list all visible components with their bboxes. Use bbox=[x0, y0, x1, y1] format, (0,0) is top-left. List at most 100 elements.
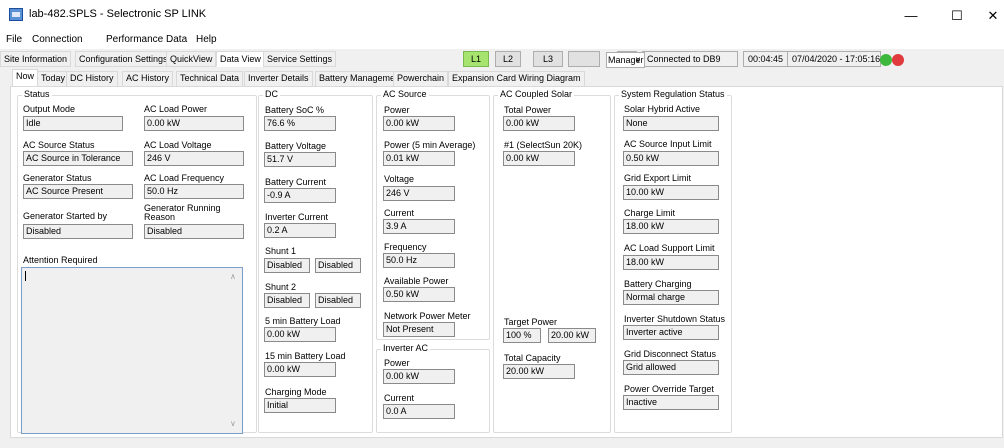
ac-source-frequency-label: Frequency bbox=[384, 242, 427, 252]
phase-blank-button[interactable] bbox=[568, 51, 600, 67]
text-caret bbox=[25, 271, 26, 281]
subtab-now[interactable]: Now bbox=[12, 69, 39, 86]
connected-status-icon bbox=[880, 54, 892, 66]
inverter-ac-power-field: 0.00 kW bbox=[383, 369, 455, 384]
battery-charging-field: Normal charge bbox=[623, 290, 719, 305]
tab-service-settings[interactable]: Service Settings bbox=[263, 51, 337, 67]
total-capacity-label: Total Capacity bbox=[504, 353, 561, 363]
shunt2-field-b: Disabled bbox=[315, 293, 361, 308]
ac-source-group-title: AC Source bbox=[381, 89, 429, 99]
available-power-field: 0.50 kW bbox=[383, 287, 455, 302]
subtab-powerchain[interactable]: Powerchain bbox=[393, 71, 449, 86]
phase-l1-button[interactable]: L1 bbox=[463, 51, 489, 67]
ac-source-voltage-label: Voltage bbox=[384, 174, 415, 184]
battery-load-5min-label: 5 min Battery Load bbox=[265, 316, 341, 326]
attention-required-label: Attention Required bbox=[23, 255, 98, 265]
system-regulation-group-title: System Regulation Status bbox=[619, 89, 727, 99]
close-icon[interactable]: ✕ bbox=[970, 0, 1004, 32]
shunt2-field-a: Disabled bbox=[264, 293, 310, 308]
charge-limit-label: Charge Limit bbox=[624, 208, 676, 218]
available-power-label: Available Power bbox=[384, 276, 449, 286]
battery-load-15min-label: 15 min Battery Load bbox=[265, 351, 346, 361]
charge-limit-field: 18.00 kW bbox=[623, 219, 719, 234]
ac-source-status-field: AC Source in Tolerance bbox=[23, 151, 133, 166]
ac-source-status-label: AC Source Status bbox=[23, 140, 95, 150]
generator-started-by-field: Disabled bbox=[23, 224, 133, 239]
app-window: lab-482.SPLS - Selectronic SP LINK — ☐ ✕… bbox=[0, 0, 1004, 448]
shunt2-label: Shunt 2 bbox=[265, 282, 297, 292]
battery-current-label: Battery Current bbox=[265, 177, 327, 187]
menu-connection[interactable]: Connection bbox=[32, 34, 83, 45]
ac-load-frequency-field: 50.0 Hz bbox=[144, 184, 244, 199]
ac-load-voltage-label: AC Load Voltage bbox=[144, 140, 212, 150]
generator-running-reason-field: Disabled bbox=[144, 224, 244, 239]
charging-mode-field: Initial bbox=[264, 398, 336, 413]
ac-source-input-limit-field: 0.50 kW bbox=[623, 151, 719, 166]
subtab-expansion-card-wiring[interactable]: Expansion Card Wiring Diagram bbox=[448, 71, 585, 86]
tab-site-information[interactable]: Site Information bbox=[0, 51, 72, 67]
ac-load-support-limit-label: AC Load Support Limit bbox=[624, 243, 715, 253]
ac-source-voltage-field: 246 V bbox=[383, 186, 455, 201]
solar-unit1-label: #1 (SelectSun 20K) bbox=[504, 140, 583, 150]
inverter-shutdown-status-field: Inverter active bbox=[623, 325, 719, 340]
dc-group-title: DC bbox=[263, 89, 280, 99]
menu-file[interactable]: File bbox=[6, 34, 22, 45]
solar-hybrid-active-field: None bbox=[623, 116, 719, 131]
menu-help[interactable]: Help bbox=[196, 34, 217, 45]
tab-configuration-settings[interactable]: Configuration Settings bbox=[75, 51, 172, 67]
inverter-current-label: Inverter Current bbox=[265, 212, 329, 222]
subtab-ac-history[interactable]: AC History bbox=[122, 71, 174, 86]
inverter-ac-current-label: Current bbox=[384, 393, 415, 403]
scroll-down-icon[interactable]: ∨ bbox=[230, 419, 236, 428]
inverter-ac-current-field: 0.0 A bbox=[383, 404, 455, 419]
window-title: lab-482.SPLS - Selectronic SP LINK bbox=[29, 8, 207, 20]
target-power-percent-field: 100 % bbox=[503, 328, 541, 343]
title-bar[interactable]: lab-482.SPLS - Selectronic SP LINK — ☐ ✕ bbox=[0, 0, 1004, 32]
status-datetime: 07/04/2020 - 17:05:16 bbox=[787, 51, 881, 67]
ac-source-power-label: Power bbox=[384, 105, 410, 115]
status-group-title: Status bbox=[22, 89, 52, 99]
ac-load-power-label: AC Load Power bbox=[144, 104, 208, 114]
solar-total-power-label: Total Power bbox=[504, 105, 552, 115]
generator-started-by-label: Generator Started by bbox=[23, 211, 108, 221]
menu-bar: File Connection Performance Data Help bbox=[0, 32, 1004, 49]
user-role-select[interactable]: Manager ∨ bbox=[606, 52, 645, 68]
ac-coupled-solar-group-title: AC Coupled Solar bbox=[498, 89, 575, 99]
target-power-label: Target Power bbox=[504, 317, 558, 327]
ac-source-current-field: 3.9 A bbox=[383, 219, 455, 234]
ac-source-current-label: Current bbox=[384, 208, 415, 218]
subtab-today[interactable]: Today bbox=[37, 71, 70, 86]
ac-source-frequency-field: 50.0 Hz bbox=[383, 253, 455, 268]
menu-performance-data[interactable]: Performance Data bbox=[106, 34, 187, 45]
ac-load-frequency-label: AC Load Frequency bbox=[144, 173, 225, 183]
attention-required-textarea[interactable]: ∧ ∨ bbox=[21, 267, 243, 434]
shunt1-field-a: Disabled bbox=[264, 258, 310, 273]
subtab-dc-history[interactable]: DC History bbox=[66, 71, 118, 86]
solar-total-power-field: 0.00 kW bbox=[503, 116, 575, 131]
tab-data-view[interactable]: Data View bbox=[216, 51, 265, 67]
tab-quickview[interactable]: QuickView bbox=[166, 51, 217, 67]
minimize-icon[interactable]: — bbox=[888, 0, 934, 32]
app-icon bbox=[9, 8, 23, 21]
solar-unit1-field: 0.00 kW bbox=[503, 151, 575, 166]
output-mode-field: Idle bbox=[23, 116, 123, 131]
status-elapsed: 00:04:45 bbox=[743, 51, 789, 67]
phase-l2-button[interactable]: L2 bbox=[495, 51, 521, 67]
network-power-meter-field: Not Present bbox=[383, 322, 455, 337]
subtab-technical-data[interactable]: Technical Data bbox=[176, 71, 244, 86]
phase-l3-button[interactable]: L3 bbox=[533, 51, 563, 67]
battery-soc-label: Battery SoC % bbox=[265, 105, 325, 115]
subtab-inverter-details[interactable]: Inverter Details bbox=[244, 71, 313, 86]
solar-hybrid-active-label: Solar Hybrid Active bbox=[624, 104, 701, 114]
scroll-up-icon[interactable]: ∧ bbox=[230, 272, 236, 281]
charging-mode-label: Charging Mode bbox=[265, 387, 327, 397]
battery-voltage-field: 51.7 V bbox=[264, 152, 336, 167]
target-power-kw-field: 20.00 kW bbox=[548, 328, 596, 343]
inverter-ac-power-label: Power bbox=[384, 358, 410, 368]
chevron-down-icon: ∨ bbox=[635, 55, 641, 64]
generator-status-label: Generator Status bbox=[23, 173, 92, 183]
vertical-scrollbar[interactable]: ∧ ∨ bbox=[227, 268, 242, 433]
inverter-current-field: 0.2 A bbox=[264, 223, 336, 238]
power-override-target-field: Inactive bbox=[623, 395, 719, 410]
inverter-ac-group-title: Inverter AC bbox=[381, 343, 431, 353]
